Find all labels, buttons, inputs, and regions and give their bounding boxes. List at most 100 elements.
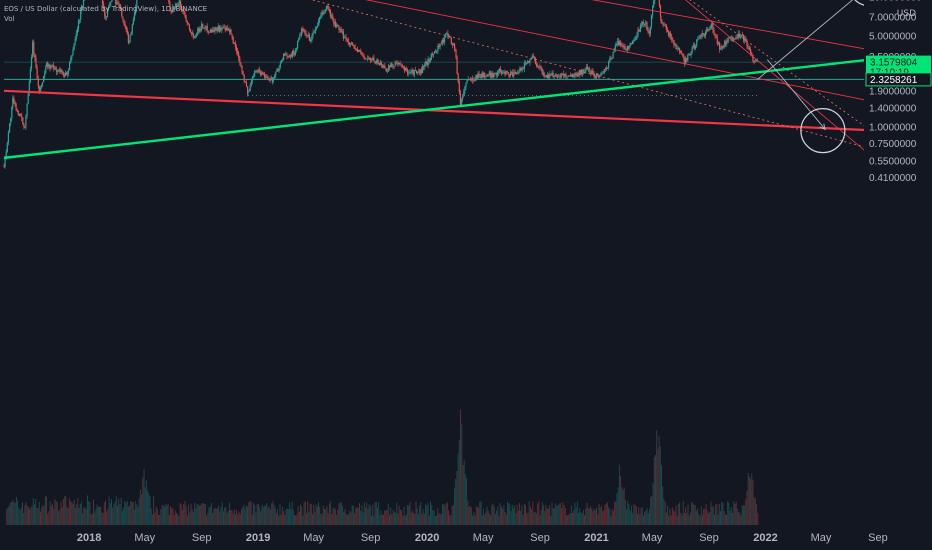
candle [579,69,581,76]
volume-bar [93,499,94,525]
candle [529,59,531,63]
volume-bar [732,513,733,525]
volume-bar [450,515,452,525]
candle [411,70,413,73]
candle [666,29,669,32]
volume-bar [23,513,25,525]
volume-bar [324,509,325,525]
volume-bar [608,507,610,525]
price-chart[interactable]: 35.000000027.000000019.000000013.0000000… [0,0,932,550]
volume-bar [257,503,259,525]
volume-bar [37,508,39,525]
candle [214,27,216,32]
volume-bar [179,503,181,525]
volume-bar [289,502,291,525]
volume-bar [493,506,495,525]
candle [663,24,665,26]
volume-bar [333,507,335,525]
volume-bar [591,508,593,525]
volume-bar [103,502,105,525]
candle [14,102,16,104]
volume-bar [120,497,122,525]
volume-bar [497,506,499,525]
volume-bar [638,507,640,525]
volume-bar [201,503,203,525]
volume-bar [150,508,152,525]
volume-bar [431,504,433,525]
volume-bar [132,502,134,525]
candle [513,72,515,77]
candle [707,29,709,30]
candle [469,79,471,81]
candle [377,59,379,63]
volume-bar [227,511,229,525]
volume-bar [297,506,299,525]
volume-bar [363,502,365,525]
volume-bar [623,487,625,525]
candle [514,72,517,75]
volume-bar [242,506,244,525]
volume-bar [529,506,531,525]
candle [373,57,375,61]
candle [4,158,6,167]
volume-bar [561,508,563,525]
volume-bar [693,504,695,525]
volume-bar [338,503,340,525]
volume-bar [189,512,191,525]
volume-bar [46,496,47,525]
volume-bar [273,504,275,525]
candle [219,27,221,31]
candle [18,114,21,116]
volume-bar [574,502,576,525]
candle [648,31,650,34]
candle [301,28,303,35]
volume-bar [416,508,418,525]
volume-bar [322,505,324,525]
candle [442,39,445,43]
volume-bar [709,511,711,525]
candle [427,59,429,66]
volume-bar [161,505,163,525]
candle [329,9,331,17]
candle [222,26,224,29]
volume-bar [651,495,653,525]
volume-bar [562,501,564,525]
candle [429,60,431,62]
candle [611,57,613,59]
volume-bar [579,508,581,525]
x-tick-label: 2021 [584,532,608,544]
volume-bar [481,515,483,525]
volume-bar [671,507,673,525]
volume-bar [35,498,37,525]
volume-bar [669,508,671,525]
candle [446,33,448,35]
candle [340,29,342,33]
candle [741,34,744,36]
candle [77,20,80,29]
candle [712,23,714,30]
candle [686,58,688,61]
volume-bar [162,505,164,525]
candle [562,73,564,75]
volume-bar [714,514,715,525]
volume-bar [118,498,120,525]
candle [233,43,235,44]
candle [133,13,136,20]
volume-bar [393,511,395,525]
candle [46,63,48,67]
volume-bar [291,501,293,525]
volume-bar [343,511,345,525]
volume-bar [745,499,747,525]
volume-bar [8,505,10,525]
volume-bar [647,513,649,525]
volume-bar [390,507,392,525]
candle [577,72,579,77]
volume-bar [679,502,681,525]
volume-bar [133,509,135,525]
candle [291,51,294,57]
candle [355,48,357,50]
candle [604,69,606,70]
candle [727,38,729,43]
volume-bar [79,504,81,525]
candle [524,62,527,64]
